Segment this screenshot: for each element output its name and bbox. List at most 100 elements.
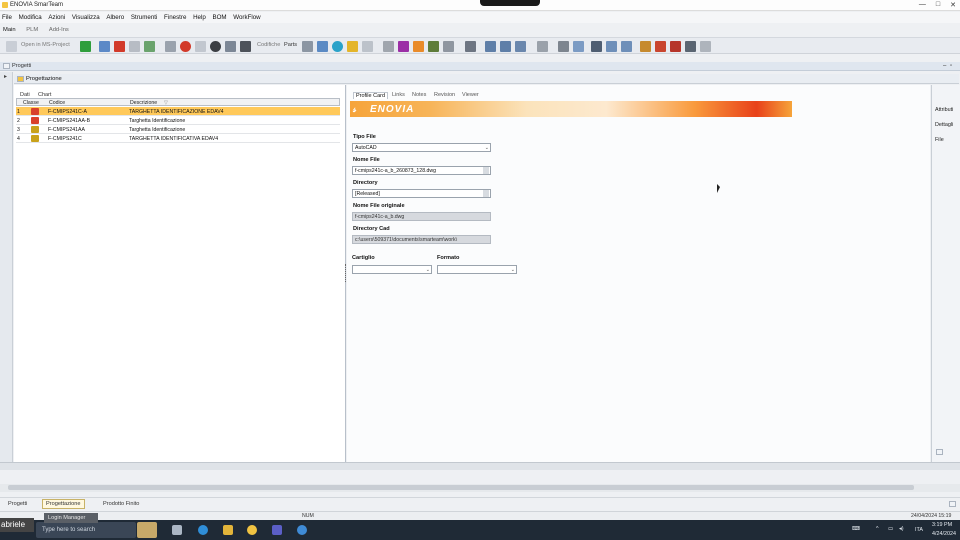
- horizontal-scrollbar[interactable]: [0, 484, 960, 492]
- menu-albero[interactable]: Albero: [106, 14, 124, 21]
- edit-icon[interactable]: [99, 41, 110, 52]
- app-icon[interactable]: [297, 525, 307, 535]
- volume-icon[interactable]: ◂): [899, 526, 904, 532]
- checkin-icon[interactable]: [640, 41, 651, 52]
- panel-restore-icon[interactable]: ▫: [950, 63, 952, 69]
- collapse-icon[interactable]: ▸: [4, 73, 7, 80]
- task-view-icon[interactable]: [172, 525, 182, 535]
- table-row[interactable]: 2 F-CMIPS241AA-B Targhetta Identificazione: [16, 116, 340, 125]
- tab-revision[interactable]: Revision: [434, 92, 455, 98]
- preview-icon[interactable]: [573, 41, 584, 52]
- books-icon[interactable]: [398, 41, 409, 52]
- structure-icon[interactable]: [317, 41, 328, 52]
- menu-bom[interactable]: BOM: [212, 14, 226, 21]
- dock-icon[interactable]: [949, 501, 956, 507]
- menu-file[interactable]: File: [2, 14, 12, 21]
- teams-icon[interactable]: [272, 525, 282, 535]
- add-icon[interactable]: [80, 41, 91, 52]
- split-icon[interactable]: [500, 41, 511, 52]
- tab-links[interactable]: Links: [392, 92, 405, 98]
- splitter-handle[interactable]: [345, 264, 347, 282]
- layout-icon[interactable]: [465, 41, 476, 52]
- checkout-icon[interactable]: [655, 41, 666, 52]
- taskbar-search[interactable]: Type here to search: [36, 522, 136, 538]
- package-icon[interactable]: [428, 41, 439, 52]
- print-icon[interactable]: [558, 41, 569, 52]
- nome-file-field[interactable]: f-cmips241c-a_b_260873_128.dwg: [352, 166, 491, 175]
- menu-finestre[interactable]: Finestre: [164, 14, 186, 21]
- close-button[interactable]: ✕: [950, 1, 956, 9]
- chrome-icon[interactable]: [247, 525, 257, 535]
- window-icon[interactable]: [485, 41, 496, 52]
- tab-prodotto-finito[interactable]: Prodotto Finito: [103, 501, 139, 507]
- maximize-button[interactable]: □: [936, 1, 940, 9]
- panel-minimize-icon[interactable]: ‒: [943, 63, 946, 69]
- tree-icon[interactable]: [144, 41, 155, 52]
- edge-icon[interactable]: [198, 525, 208, 535]
- link-icon[interactable]: [302, 41, 313, 52]
- scissors-icon[interactable]: [591, 41, 602, 52]
- keyboard-icon[interactable]: ⌨: [852, 526, 860, 532]
- delete-icon[interactable]: [114, 41, 125, 52]
- lock-icon[interactable]: [443, 41, 454, 52]
- search-icon[interactable]: [165, 41, 176, 52]
- menu-azioni[interactable]: Azioni: [48, 14, 65, 21]
- language-indicator[interactable]: ITA: [915, 527, 923, 533]
- col-codice[interactable]: Codice: [49, 100, 65, 106]
- stop-icon[interactable]: [180, 41, 191, 52]
- ms-project-icon[interactable]: [6, 41, 17, 52]
- formato-select[interactable]: ⌄: [437, 265, 517, 274]
- parts-button[interactable]: Parts: [284, 42, 297, 48]
- release-icon[interactable]: [670, 41, 681, 52]
- view-icon[interactable]: [195, 41, 206, 52]
- menu-visualizza[interactable]: Visualizza: [72, 14, 100, 21]
- network-icon[interactable]: ▭: [888, 526, 893, 532]
- table-row[interactable]: 4 F-CMIPS241C TARGHETTA IDENTIFICATIVA EDA…: [16, 134, 340, 143]
- scrollbar-thumb[interactable]: [8, 485, 914, 490]
- refresh-icon[interactable]: [240, 41, 251, 52]
- tab-viewer[interactable]: Viewer: [462, 92, 479, 98]
- tab-profile-card[interactable]: Profile Card: [353, 92, 389, 99]
- menu-workflow[interactable]: WorkFlow: [233, 14, 260, 21]
- horizontal-splitter[interactable]: [0, 462, 960, 470]
- tab-progetti[interactable]: Progetti: [8, 501, 27, 507]
- tab-add-ins[interactable]: Add-Ins: [49, 27, 69, 33]
- taskbar-date[interactable]: 4/24/2024: [932, 531, 956, 537]
- menu-help[interactable]: Help: [193, 14, 206, 21]
- menu-modifica[interactable]: Modifica: [19, 14, 42, 21]
- side-button-attributi[interactable]: Attributi: [935, 107, 953, 113]
- globe-icon[interactable]: [332, 41, 343, 52]
- tab-notes[interactable]: Notes: [412, 92, 426, 98]
- side-button-dettagli[interactable]: Dettagli: [935, 122, 953, 128]
- tray-chevron-icon[interactable]: ^: [876, 526, 879, 532]
- record-icon[interactable]: [210, 41, 221, 52]
- cascade-icon[interactable]: [515, 41, 526, 52]
- paste-icon[interactable]: [606, 41, 617, 52]
- clipboard-icon[interactable]: [537, 41, 548, 52]
- file-explorer-icon[interactable]: [223, 525, 233, 535]
- menu-strumenti[interactable]: Strumenti: [131, 14, 157, 21]
- settings-icon[interactable]: [700, 41, 711, 52]
- codifiche-button[interactable]: Codifiche: [257, 42, 280, 48]
- col-classe[interactable]: Classe: [23, 100, 39, 106]
- highlight-icon[interactable]: [413, 41, 424, 52]
- grid-icon[interactable]: [225, 41, 236, 52]
- col-descrizione[interactable]: Descrizione: [130, 100, 157, 106]
- directory-field[interactable]: [Released]: [352, 189, 491, 198]
- duplicate-icon[interactable]: [621, 41, 632, 52]
- tipo-file-select[interactable]: AutoCAD ⌄: [352, 143, 491, 152]
- tab-progettazione[interactable]: Progettazione: [42, 499, 85, 509]
- dock-icon[interactable]: [936, 449, 943, 455]
- taskbar-time[interactable]: 3:19 PM: [932, 522, 952, 528]
- wrench-icon[interactable]: [383, 41, 394, 52]
- folder-icon[interactable]: [347, 41, 358, 52]
- table-row[interactable]: 1 F-CMIPS241C-A TARGHETTA IDENTIFICAZIONE …: [16, 107, 340, 116]
- tools-icon[interactable]: [685, 41, 696, 52]
- tab-main[interactable]: Main: [3, 27, 16, 33]
- copy-icon[interactable]: [129, 41, 140, 52]
- tab-plm[interactable]: PLM: [26, 27, 38, 33]
- minimize-button[interactable]: —: [919, 1, 926, 9]
- open-ms-project-button[interactable]: Open in MS-Project: [21, 42, 70, 48]
- cartiglio-select[interactable]: ⌄: [352, 265, 432, 274]
- chart-icon[interactable]: [362, 41, 373, 52]
